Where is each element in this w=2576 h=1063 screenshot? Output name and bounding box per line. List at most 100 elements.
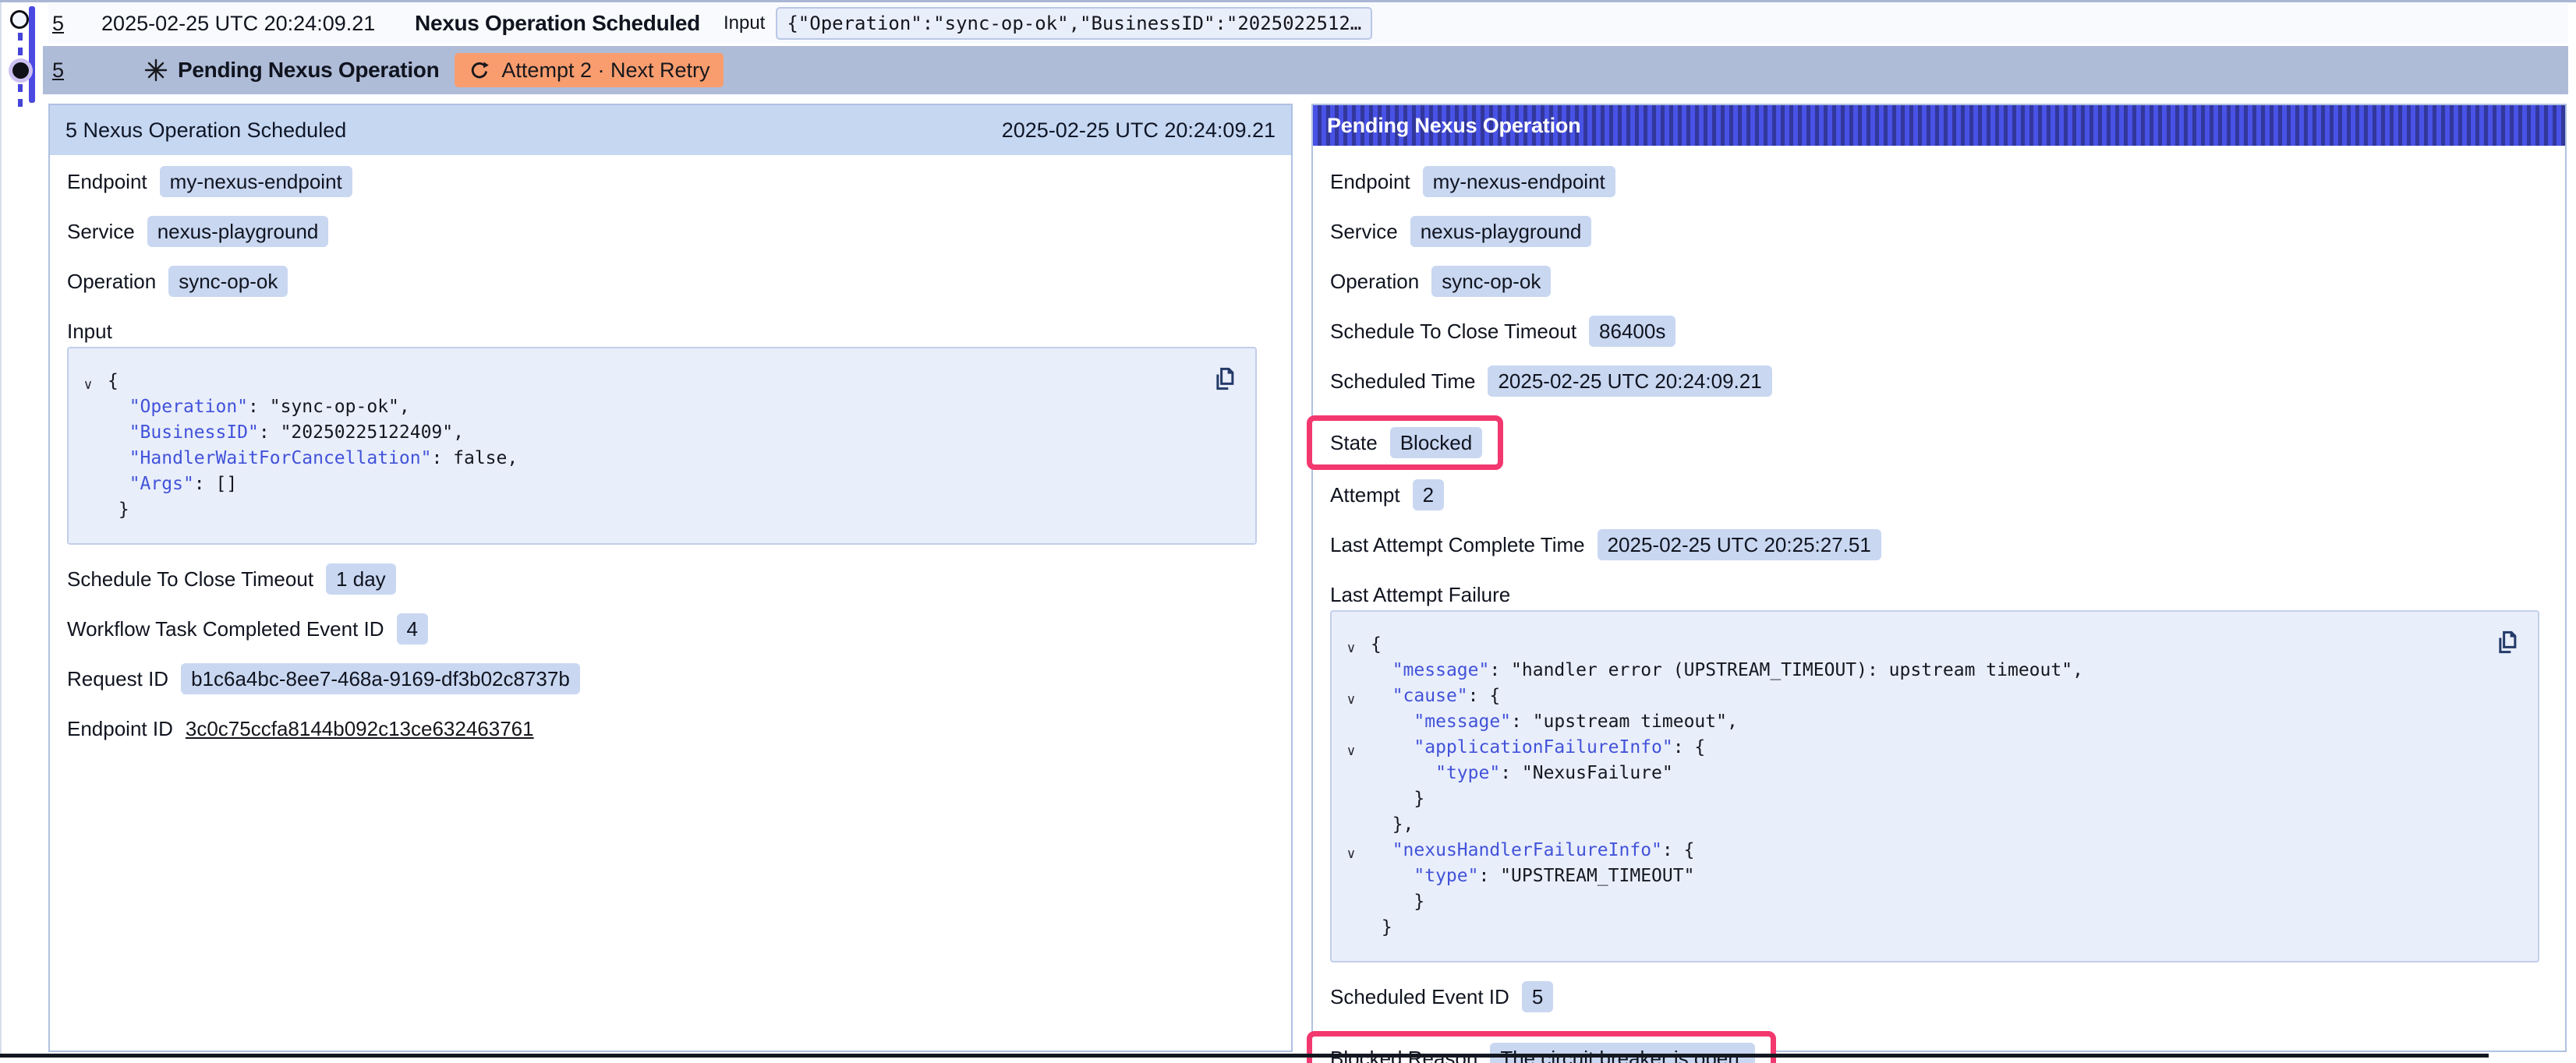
- field-operation: Operation sync-op-ok: [1330, 266, 2539, 297]
- endpoint-id-link[interactable]: 3c0c75ccfa8144b092c13ce632463761: [186, 717, 534, 741]
- timeline-dashed-connector: [18, 33, 23, 59]
- event-timestamp: 2025-02-25 UTC 20:24:09.21: [101, 12, 415, 36]
- json-line: "Args": []: [69, 471, 1240, 497]
- collapse-chevron-icon[interactable]: ∨: [1332, 841, 1371, 867]
- collapse-chevron-icon[interactable]: ∨: [1332, 738, 1371, 764]
- field-service: Service nexus-playground: [1330, 216, 2539, 247]
- gutter-spacer: [1332, 918, 1371, 944]
- pending-panel-body: Endpoint my-nexus-endpoint Service nexus…: [1313, 146, 2565, 1063]
- gutter-spacer: [69, 500, 108, 526]
- field-label: Scheduled Event ID: [1330, 985, 1509, 1009]
- gutter-spacer: [1332, 764, 1371, 789]
- json-line: "message": "upstream timeout",: [1332, 709, 2522, 735]
- field-scheduled-event-id: Scheduled Event ID 5: [1330, 981, 2539, 1012]
- field-label: Schedule To Close Timeout: [1330, 320, 1576, 344]
- field-label: Schedule To Close Timeout: [67, 567, 313, 592]
- pending-operation-row[interactable]: 5 Pending Nexus Operation Attempt 2 · Ne…: [43, 46, 2568, 94]
- pending-id-link[interactable]: 5: [52, 58, 64, 83]
- json-lines: ∨{ "Operation": "sync-op-ok", "BusinessI…: [69, 369, 1240, 523]
- event-id-link[interactable]: 5: [52, 12, 64, 36]
- field-label: Operation: [1330, 270, 1419, 294]
- field-endpoint-id: Endpoint ID 3c0c75ccfa8144b092c13ce63246…: [67, 713, 1257, 744]
- field-value-chip: my-nexus-endpoint: [160, 166, 352, 197]
- field-value-chip: 1 day: [326, 563, 396, 595]
- gutter-spacer: [69, 449, 108, 475]
- field-value-chip: nexus-playground: [147, 216, 329, 247]
- blocked-reason-chip: The circuit breaker is open.: [1490, 1043, 1755, 1063]
- copy-button[interactable]: [1208, 364, 1238, 394]
- field-label: Service: [67, 220, 135, 244]
- timeline-dashed-connector: [18, 84, 23, 111]
- event-summary-row[interactable]: 5 2025-02-25 UTC 20:24:09.21 Nexus Opera…: [48, 3, 2568, 44]
- input-preview-chip[interactable]: {"Operation":"sync-op-ok","BusinessID":"…: [776, 7, 1372, 40]
- json-line: ∨ "applicationFailureInfo": {: [1332, 735, 2522, 761]
- bottom-divider: [0, 1054, 2489, 1058]
- field-label: Request ID: [67, 667, 168, 691]
- field-schedule-to-close-timeout: Schedule To Close Timeout 1 day: [67, 563, 1257, 595]
- copy-button[interactable]: [2491, 627, 2521, 657]
- collapse-chevron-icon[interactable]: ∨: [69, 372, 108, 397]
- retry-badge-text: Attempt 2 · Next Retry: [501, 58, 709, 83]
- field-endpoint: Endpoint my-nexus-endpoint: [1330, 166, 2539, 197]
- json-line: ∨ "cause": {: [1332, 683, 2522, 709]
- field-label: Scheduled Time: [1330, 369, 1475, 394]
- field-schedule-to-close-timeout: Schedule To Close Timeout 86400s: [1330, 316, 2539, 347]
- field-workflow-task-completed-event-id: Workflow Task Completed Event ID 4: [67, 613, 1257, 645]
- event-detail-title: 5 Nexus Operation Scheduled: [65, 118, 346, 143]
- retry-icon: [468, 58, 491, 82]
- pending-asterisk-icon: [143, 58, 168, 83]
- event-title: Nexus Operation Scheduled: [415, 11, 700, 36]
- failure-section-label: Last Attempt Failure: [1330, 579, 2539, 610]
- field-request-id: Request ID b1c6a4bc-8ee7-468a-9169-df3b0…: [67, 663, 1257, 694]
- top-divider: [0, 0, 2576, 2]
- gutter-spacer: [69, 475, 108, 500]
- retry-status-badge: Attempt 2 · Next Retry: [455, 53, 723, 87]
- pending-panel-title: Pending Nexus Operation: [1327, 114, 1580, 138]
- json-line: "Operation": "sync-op-ok",: [69, 394, 1240, 420]
- field-value-chip: 2025-02-25 UTC 20:25:27.51: [1598, 529, 1881, 560]
- json-line: },: [1332, 812, 2522, 838]
- json-line: "type": "NexusFailure": [1332, 761, 2522, 786]
- json-line: "BusinessID": "20250225122409",: [69, 420, 1240, 446]
- json-lines: ∨{ "message": "handler error (UPSTREAM_T…: [1332, 632, 2522, 941]
- gutter-spacer: [1332, 892, 1371, 918]
- event-detail-header: 5 Nexus Operation Scheduled 2025-02-25 U…: [50, 105, 1291, 155]
- field-value-chip: sync-op-ok: [1431, 266, 1551, 297]
- field-label: Endpoint: [1330, 170, 1410, 194]
- gutter-spacer: [69, 397, 108, 423]
- collapse-chevron-icon[interactable]: ∨: [1332, 635, 1371, 661]
- json-line: }: [1332, 915, 2522, 941]
- json-line: }: [1332, 889, 2522, 915]
- field-value-chip: nexus-playground: [1410, 216, 1592, 247]
- json-line: }: [1332, 786, 2522, 812]
- pending-operation-panel: Pending Nexus Operation Endpoint my-nexu…: [1311, 104, 2567, 1052]
- event-detail-timestamp: 2025-02-25 UTC 20:24:09.21: [1002, 118, 1276, 143]
- gutter-spacer: [69, 423, 108, 449]
- timeline-node-open-icon: [10, 10, 29, 29]
- input-section-label: Input: [67, 316, 1257, 347]
- field-value-chip: my-nexus-endpoint: [1423, 166, 1615, 197]
- field-label: Workflow Task Completed Event ID: [67, 617, 384, 641]
- json-line: "HandlerWaitForCancellation": false,: [69, 446, 1240, 471]
- json-line: ∨ "nexusHandlerFailureInfo": {: [1332, 838, 2522, 863]
- field-value-chip: b1c6a4bc-8ee7-468a-9169-df3b02c8737b: [181, 663, 580, 694]
- field-value-chip: sync-op-ok: [168, 266, 288, 297]
- field-label: State: [1330, 431, 1378, 455]
- input-preview-label: Input: [724, 12, 765, 34]
- field-operation: Operation sync-op-ok: [67, 266, 1257, 297]
- collapse-chevron-icon[interactable]: ∨: [1332, 687, 1371, 712]
- field-label: Endpoint: [67, 170, 147, 194]
- gutter-spacer: [1332, 815, 1371, 841]
- field-value-chip: 2025-02-25 UTC 20:24:09.21: [1488, 366, 1771, 397]
- event-history-screen: 5 2025-02-25 UTC 20:24:09.21 Nexus Opera…: [0, 0, 2576, 1063]
- json-line: "message": "handler error (UPSTREAM_TIME…: [1332, 658, 2522, 683]
- timeline-node-filled-icon: [12, 62, 29, 79]
- gutter-spacer: [1332, 712, 1371, 738]
- field-service: Service nexus-playground: [67, 216, 1257, 247]
- copy-icon: [2491, 627, 2521, 657]
- annotation-highlight-state: State Blocked: [1307, 415, 1503, 470]
- field-value-chip: 5: [1522, 981, 1553, 1012]
- copy-icon: [1208, 364, 1238, 394]
- event-detail-body: Endpoint my-nexus-endpoint Service nexus…: [50, 155, 1291, 744]
- field-last-attempt-complete-time: Last Attempt Complete Time 2025-02-25 UT…: [1330, 529, 2539, 560]
